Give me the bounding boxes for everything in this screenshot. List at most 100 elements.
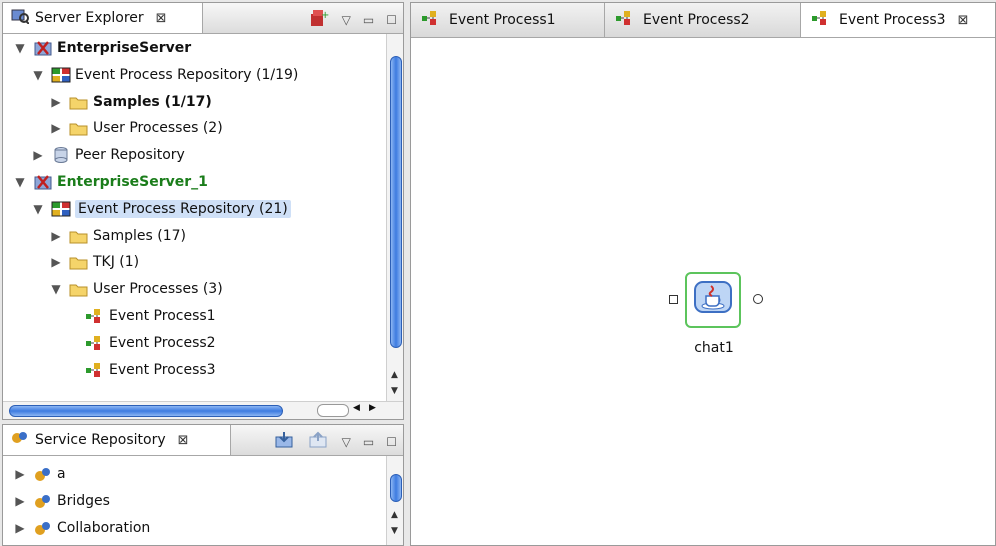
expand-open-icon[interactable]: ▼ — [13, 175, 27, 189]
editor-canvas[interactable]: chat1 — [411, 38, 995, 545]
event-process-icon — [85, 361, 105, 379]
service-repository-panel: Service Repository ⊠ ▽ ▭ ☐ ▶ a ▶ Bridges ▶ Co… — [2, 424, 404, 546]
hscroll-cap — [317, 404, 349, 417]
service-repository-tabbar: Service Repository ⊠ ▽ ▭ ☐ — [3, 425, 403, 456]
editor-tab-label: Event Process1 — [449, 12, 556, 28]
close-icon[interactable]: ⊠ — [156, 11, 167, 26]
tree-item[interactable]: ▼ EnterpriseServer — [13, 35, 191, 61]
expand-closed-icon[interactable]: ▶ — [49, 121, 63, 135]
tree-item-label: User Processes (3) — [93, 281, 223, 298]
maximize-icon[interactable]: ☐ — [386, 13, 397, 27]
server-explorer-title: Server Explorer — [35, 10, 144, 26]
tree-item[interactable]: Event Process1 — [85, 303, 216, 329]
tree-item[interactable]: ▶ Samples (1/17) — [49, 89, 212, 115]
tree-item[interactable]: ▶ Collaboration — [13, 515, 150, 541]
server-explorer-hscrollbar[interactable]: ◀ ▶ — [3, 401, 403, 419]
scroll-left-icon[interactable]: ◀ — [353, 403, 360, 413]
view-menu-icon[interactable]: ▽ — [342, 13, 351, 27]
service-repository-tab[interactable]: Service Repository ⊠ — [3, 425, 231, 455]
tree-item-label: Samples (1/17) — [93, 93, 212, 110]
tree-item-label: EnterpriseServer — [57, 40, 192, 56]
hscroll-thumb[interactable] — [9, 405, 283, 417]
tree-item-label: Event Process3 — [109, 361, 216, 378]
tree-item[interactable]: ▼ User Processes (3) — [49, 276, 223, 302]
expand-open-icon[interactable]: ▼ — [31, 68, 45, 82]
scroll-up-icon[interactable]: ▲ — [391, 510, 398, 520]
close-icon[interactable]: ⊠ — [958, 13, 969, 28]
server-explorer-tabbar: Server Explorer ⊠ + ▽ ▭ ☐ — [3, 3, 403, 34]
expand-closed-icon[interactable]: ▶ — [49, 95, 63, 109]
tree-item[interactable]: ▼ EnterpriseServer_1 — [13, 169, 208, 195]
folder-icon — [69, 93, 89, 111]
tree-item-label: Samples (17) — [93, 227, 186, 244]
event-process-icon — [85, 334, 105, 352]
service-repository-toolbar: ▽ ▭ ☐ — [274, 431, 397, 453]
service-repository-title: Service Repository — [35, 432, 166, 448]
tree-item-label: EnterpriseServer_1 — [57, 174, 208, 190]
tree-item[interactable]: ▶ Peer Repository — [31, 142, 185, 168]
service-icon — [33, 465, 53, 483]
folder-icon — [69, 280, 89, 298]
scroll-down-icon[interactable]: ▼ — [391, 526, 398, 536]
process-node-label: chat1 — [694, 340, 734, 356]
service-repository-tree: ▶ a ▶ Bridges ▶ Collaboration — [3, 461, 387, 545]
server-explorer-panel: Server Explorer ⊠ + ▽ ▭ ☐ ▼ EnterpriseSer… — [2, 2, 404, 420]
vscroll-thumb[interactable] — [390, 56, 402, 348]
tree-item[interactable]: ▶ Samples (17) — [49, 223, 186, 249]
repository-icon — [51, 200, 71, 218]
export-icon[interactable] — [308, 431, 330, 453]
editor-tab-event-process1[interactable]: Event Process1 — [411, 3, 605, 37]
minimize-icon[interactable]: ▭ — [363, 13, 374, 27]
import-icon[interactable] — [274, 431, 296, 453]
expand-closed-icon[interactable]: ▶ — [49, 229, 63, 243]
service-repository-vscrollbar[interactable]: ▲ ▼ — [386, 456, 403, 545]
tree-item[interactable]: ▶ TKJ (1) — [49, 249, 139, 275]
process-node-chat1[interactable] — [685, 272, 741, 328]
input-port[interactable] — [669, 295, 678, 304]
tree-item[interactable]: ▼ Event Process Repository (21) — [31, 196, 291, 222]
expand-closed-icon[interactable]: ▶ — [13, 494, 27, 508]
maximize-icon[interactable]: ☐ — [386, 435, 397, 449]
tree-item-label: Event Process Repository (21) — [75, 199, 291, 218]
editor-tabbar: Event Process1 Event Process2 Event Proc… — [411, 3, 995, 38]
expand-open-icon[interactable]: ▼ — [31, 202, 45, 216]
event-process-icon — [615, 10, 637, 30]
server-explorer-tab[interactable]: Server Explorer ⊠ — [3, 3, 203, 33]
tree-item[interactable]: ▶ Bridges — [13, 488, 110, 514]
repository-icon — [51, 66, 71, 84]
editor-tab-event-process2[interactable]: Event Process2 — [605, 3, 801, 37]
close-icon[interactable]: ⊠ — [178, 433, 189, 448]
minimize-icon[interactable]: ▭ — [363, 435, 374, 449]
server-explorer-vscrollbar[interactable]: ▲ ▼ — [386, 34, 403, 402]
event-process-icon — [421, 10, 443, 30]
tree-item[interactable]: ▶ User Processes (2) — [49, 115, 222, 141]
folder-icon — [69, 227, 89, 245]
scroll-right-icon[interactable]: ▶ — [369, 403, 376, 413]
event-process-icon — [811, 10, 833, 30]
tree-item[interactable]: ▼ Event Process Repository (1/19) — [31, 62, 298, 88]
expand-closed-icon[interactable]: ▶ — [31, 148, 45, 162]
editor-tab-event-process3[interactable]: Event Process3 ⊠ — [801, 3, 995, 37]
expand-closed-icon[interactable]: ▶ — [13, 467, 27, 481]
tree-item-label: TKJ (1) — [93, 254, 140, 271]
output-port[interactable] — [753, 294, 763, 304]
tree-item[interactable]: Event Process3 — [85, 357, 216, 383]
expand-open-icon[interactable]: ▼ — [49, 282, 63, 296]
scroll-down-icon[interactable]: ▼ — [391, 386, 398, 396]
event-process-icon — [85, 307, 105, 325]
folder-icon — [69, 253, 89, 271]
expand-closed-icon[interactable]: ▶ — [49, 255, 63, 269]
tree-item[interactable]: Event Process2 — [85, 330, 216, 356]
database-icon — [51, 146, 71, 164]
tree-item[interactable]: ▶ a — [13, 461, 66, 487]
add-server-icon[interactable]: + — [308, 9, 330, 31]
expand-closed-icon[interactable]: ▶ — [13, 521, 27, 535]
tree-item-label: Collaboration — [57, 520, 151, 536]
scroll-up-icon[interactable]: ▲ — [391, 370, 398, 380]
tree-item-label: Event Process1 — [109, 308, 216, 324]
view-menu-icon[interactable]: ▽ — [342, 435, 351, 449]
tree-item-label: a — [57, 466, 66, 482]
vscroll-thumb[interactable] — [390, 474, 402, 502]
expand-open-icon[interactable]: ▼ — [13, 41, 27, 55]
editor-panel: Event Process1 Event Process2 Event Proc… — [410, 2, 996, 546]
